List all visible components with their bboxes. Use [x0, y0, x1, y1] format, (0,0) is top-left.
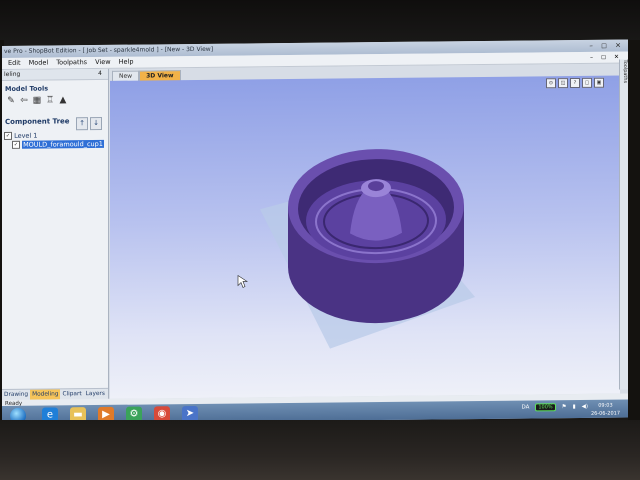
menu-model[interactable]: Model: [29, 58, 49, 69]
window-controls[interactable]: – ◻ ✕: [589, 39, 624, 51]
pin-icon[interactable]: 4: [98, 69, 102, 79]
model-tools-title: Model Tools: [5, 84, 49, 93]
clock[interactable]: 09:03 26-06-2017: [591, 402, 620, 418]
window-title: ve Pro - ShopBot Edition - [ Job Set - s…: [4, 45, 214, 55]
menu-toolpaths[interactable]: Toolpaths: [56, 57, 87, 68]
screen: ve Pro - ShopBot Edition - [ Job Set - s…: [2, 39, 628, 424]
tab-layers[interactable]: Layers: [84, 389, 107, 399]
3d-viewport[interactable]: [110, 75, 620, 399]
language-indicator[interactable]: DA: [521, 404, 529, 410]
monitor-bezel-bottom: [0, 420, 640, 480]
view-split-icon[interactable]: ◫: [558, 78, 568, 89]
view-fill-icon[interactable]: ▣: [594, 77, 604, 88]
view-help-icon[interactable]: ?: [570, 77, 580, 89]
component-tool-icon[interactable]: ♖: [45, 95, 55, 105]
monitor-bezel-right: [628, 40, 640, 430]
sculpt-tool-icon[interactable]: ✎: [6, 96, 16, 106]
toolpaths-side-tab[interactable]: Toolpaths: [619, 59, 628, 390]
network-icon[interactable]: ▮: [573, 404, 576, 410]
view-frame-icon[interactable]: ▢: [582, 77, 592, 88]
component-label: MOULD_foramould_cup1: [22, 139, 104, 149]
move-down-button[interactable]: ↓: [90, 116, 102, 131]
texture-tool-icon[interactable]: ▦: [32, 96, 42, 106]
move-up-button[interactable]: ↑: [76, 117, 88, 131]
move-tool-icon[interactable]: ⇦: [19, 96, 29, 106]
component-checkbox[interactable]: ✓: [12, 140, 20, 149]
component-tree-header: Component Tree ↑ ↓: [2, 116, 108, 132]
tab-drawing[interactable]: Drawing: [2, 390, 30, 400]
flag-icon[interactable]: ⚑: [562, 404, 567, 410]
tab-modeling[interactable]: Modeling: [30, 389, 61, 400]
level-checkbox[interactable]: ✓: [4, 131, 12, 140]
battery-indicator[interactable]: 100%: [535, 403, 556, 412]
tab-clipart[interactable]: Clipart: [60, 389, 83, 399]
system-tray: DA 100% ⚑ ▮ ◀): [521, 403, 588, 412]
level-label: Level 1: [14, 131, 38, 140]
menu-edit[interactable]: Edit: [8, 58, 21, 69]
menu-help[interactable]: Help: [119, 57, 134, 68]
mouse-cursor-icon: [237, 274, 248, 288]
view-toolbar: ⊙ ◫ ? ▢ ▣: [546, 77, 604, 89]
document-controls[interactable]: – ◻ ✕: [590, 52, 622, 63]
model-tools-row: ✎ ⇦ ▦ ♖ ▲: [6, 95, 108, 106]
shape-tool-icon[interactable]: ▲: [58, 95, 68, 105]
menu-view[interactable]: View: [95, 57, 110, 68]
3d-scene: [237, 149, 475, 349]
tree-item-component[interactable]: ✓ MOULD_foramould_cup1: [2, 139, 108, 150]
panel-header: leling 4: [2, 68, 108, 81]
panel-title: leling: [4, 70, 21, 78]
view-orbit-icon[interactable]: ⊙: [546, 78, 556, 89]
clock-date: 26-06-2017: [590, 410, 620, 417]
volume-icon[interactable]: ◀): [582, 404, 588, 410]
modeling-panel: leling 4 Model Tools ✎ ⇦ ▦ ♖ ▲ Component…: [2, 68, 109, 400]
